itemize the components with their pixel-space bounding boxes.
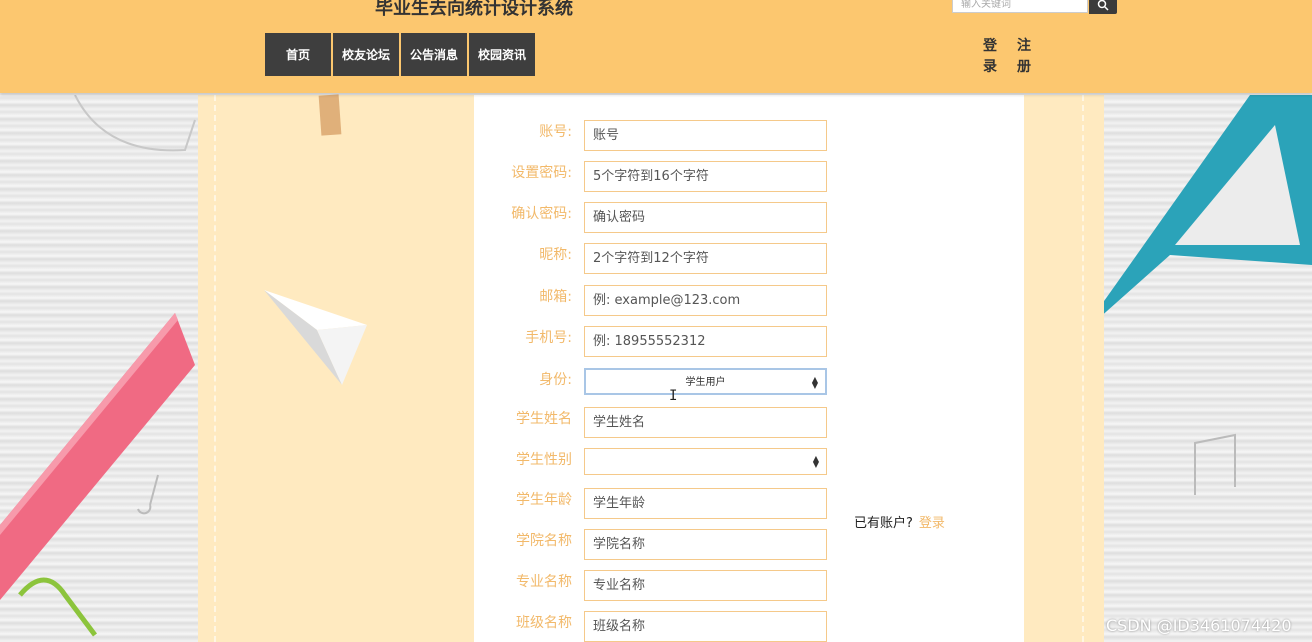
role-select-value: 学生用户 xyxy=(685,377,726,388)
nav-item-announcements[interactable]: 公告消息 xyxy=(401,33,467,76)
student-gender-select[interactable]: ▲ ▼ xyxy=(584,448,827,475)
dashed-border-right xyxy=(1082,95,1084,642)
student-age-input[interactable]: 学生年龄 xyxy=(584,488,827,519)
nickname-label: 昵称: xyxy=(539,247,572,263)
nav-item-home[interactable]: 首页 xyxy=(265,33,331,76)
form-row-nickname: 昵称: 2个字符到12个字符 xyxy=(474,243,1024,274)
music-note-illustration xyxy=(1194,433,1236,495)
paperclip-illustration xyxy=(18,577,97,637)
role-label: 身份: xyxy=(539,372,572,388)
dashed-border-left xyxy=(214,95,216,642)
protractor-illustration xyxy=(74,95,196,152)
select-arrows-icon: ▲ ▼ xyxy=(812,454,819,469)
have-account-login-link[interactable]: 登录 xyxy=(919,516,945,531)
header: 毕业生去向统计设计系统 输入关键词 首页 校友论坛 公告消息 校园资讯 登录 注… xyxy=(0,0,1312,93)
music-note-illustration xyxy=(137,474,159,515)
college-input[interactable]: 学院名称 xyxy=(584,529,827,560)
watermark: CSDN @ID3461074420 xyxy=(1106,616,1292,635)
nickname-input[interactable]: 2个字符到12个字符 xyxy=(584,243,827,274)
major-label: 专业名称 xyxy=(516,574,572,590)
role-select[interactable]: 学生用户 ▲ ▼ xyxy=(584,368,827,395)
major-input[interactable]: 专业名称 xyxy=(584,570,827,601)
form-row-major: 专业名称 专业名称 xyxy=(474,570,1024,601)
student-gender-label: 学生性别 xyxy=(516,452,572,468)
ruler-illustration xyxy=(0,313,195,600)
email-label: 邮箱: xyxy=(539,289,572,305)
select-arrows-icon: ▲ ▼ xyxy=(811,375,818,390)
account-label: 账号: xyxy=(539,124,572,140)
password-label: 设置密码: xyxy=(511,165,572,181)
form-row-phone: 手机号: 例: 18955552312 xyxy=(474,326,1024,357)
search-button[interactable] xyxy=(1089,0,1117,14)
form-row-class: 班级名称 班级名称 xyxy=(474,611,1024,642)
form-row-confirm-password: 确认密码: 确认密码 xyxy=(474,202,1024,233)
class-input[interactable]: 班级名称 xyxy=(584,611,827,642)
site-title: 毕业生去向统计设计系统 xyxy=(375,0,573,19)
form-row-role: 身份: 学生用户 ▲ ▼ xyxy=(474,368,1024,399)
confirm-password-input[interactable]: 确认密码 xyxy=(584,202,827,233)
form-row-email: 邮箱: 例: example@123.com xyxy=(474,285,1024,316)
search-icon xyxy=(1097,0,1109,11)
form-row-student-gender: 学生性别 ▲ ▼ xyxy=(474,448,1024,479)
form-row-student-name: 学生姓名 学生姓名 xyxy=(474,407,1024,438)
have-account-text: 已有账户? xyxy=(854,516,913,531)
form-row-account: 账号: 账号 xyxy=(474,120,1024,151)
paper-plane-illustration xyxy=(264,290,367,385)
phone-input[interactable]: 例: 18955552312 xyxy=(584,326,827,357)
have-account: 已有账户? 登录 xyxy=(854,512,945,531)
search-input[interactable]: 输入关键词 xyxy=(952,0,1088,13)
main-nav: 首页 校友论坛 公告消息 校园资讯 xyxy=(265,33,535,76)
email-input[interactable]: 例: example@123.com xyxy=(584,285,827,316)
pencil-illustration xyxy=(318,94,342,136)
register-link[interactable]: 注册 xyxy=(1017,36,1031,78)
account-input[interactable]: 账号 xyxy=(584,120,827,151)
student-name-label: 学生姓名 xyxy=(516,411,572,427)
class-label: 班级名称 xyxy=(516,615,572,631)
confirm-password-label: 确认密码: xyxy=(511,206,572,222)
text-cursor-icon: I xyxy=(669,388,678,404)
paper-background-right xyxy=(1024,95,1104,642)
login-link[interactable]: 登录 xyxy=(983,36,997,78)
phone-label: 手机号: xyxy=(525,330,572,346)
form-row-password: 设置密码: 5个字符到16个字符 xyxy=(474,161,1024,192)
college-label: 学院名称 xyxy=(516,533,572,549)
student-age-label: 学生年龄 xyxy=(516,492,572,508)
form-row-college: 学院名称 学院名称 xyxy=(474,529,1024,560)
student-name-input[interactable]: 学生姓名 xyxy=(584,407,827,438)
nav-item-campus-news[interactable]: 校园资讯 xyxy=(469,33,535,76)
password-input[interactable]: 5个字符到16个字符 xyxy=(584,161,827,192)
nav-item-alumni-forum[interactable]: 校友论坛 xyxy=(333,33,399,76)
